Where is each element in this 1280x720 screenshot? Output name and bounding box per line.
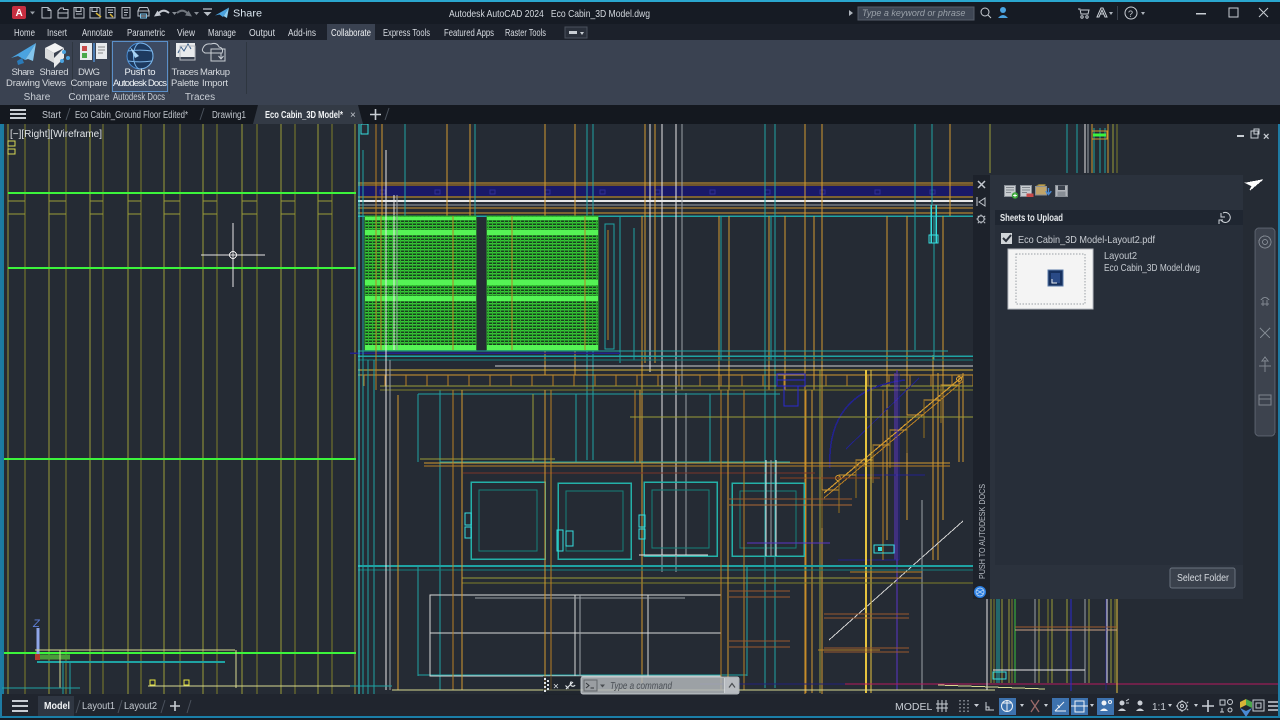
svg-text:[−][Right][Wireframe]: [−][Right][Wireframe] [10,129,102,140]
svg-text:Share: Share [24,92,51,103]
svg-text:×: × [1263,131,1269,143]
svg-text:Layout2: Layout2 [124,701,157,712]
svg-text:A: A [16,8,23,19]
svg-text:Compare: Compare [71,78,108,89]
svg-text:Palette: Palette [171,78,199,89]
svg-text:Share: Share [12,67,35,78]
svg-text:Autodesk AutoCAD 2024 Eco Ca: Autodesk AutoCAD 2024 Eco Cabin_3D Model… [449,8,650,20]
svg-text:Eco Cabin_3D Model.dwg: Eco Cabin_3D Model.dwg [1104,262,1200,274]
svg-text:PUSH TO AUTODESK DOCS: PUSH TO AUTODESK DOCS [977,484,987,579]
svg-text:Featured Apps: Featured Apps [444,27,494,39]
svg-text:Compare: Compare [68,92,110,103]
svg-text:Model: Model [44,701,70,712]
svg-text:Eco Cabin_Ground Floor Edited*: Eco Cabin_Ground Floor Edited* [75,110,188,121]
svg-text:Import: Import [202,78,228,89]
svg-text:Collaborate: Collaborate [331,27,371,39]
svg-text:×: × [553,682,559,693]
svg-text:Select Folder: Select Folder [1177,573,1230,584]
svg-text:Manage: Manage [208,27,236,39]
svg-text:Shared: Shared [40,67,69,78]
svg-text:Type a command: Type a command [610,681,672,692]
svg-text:?: ? [1128,9,1133,19]
svg-text:×: × [350,110,356,121]
svg-text:View: View [177,27,195,39]
svg-text:DWG: DWG [78,67,100,78]
svg-text:Traces: Traces [172,67,199,78]
svg-text:Type a keyword or phrase: Type a keyword or phrase [862,8,965,18]
svg-text:MODEL: MODEL [895,701,933,713]
svg-text:Start: Start [42,110,61,121]
svg-text:Output: Output [249,27,275,39]
svg-text:1:1: 1:1 [1152,702,1166,713]
svg-text:Eco Cabin_3D Model*: Eco Cabin_3D Model* [265,110,343,121]
svg-text:Push to: Push to [125,67,156,78]
svg-text:Insert: Insert [47,27,67,39]
svg-text:Layout2: Layout2 [1104,250,1137,262]
svg-text:Home: Home [14,27,35,39]
svg-text:Annotate: Annotate [82,27,113,39]
svg-text:Views: Views [42,78,66,89]
svg-text:Layout1: Layout1 [82,701,115,712]
svg-text:Parametric: Parametric [127,27,165,39]
svg-text:Drawing: Drawing [6,78,40,89]
svg-text:Autodesk Docs: Autodesk Docs [113,78,167,89]
svg-text:Autodesk Docs: Autodesk Docs [113,92,165,103]
svg-text:Raster Tools: Raster Tools [505,27,546,39]
svg-text:Share: Share [233,8,262,20]
svg-text:Express Tools: Express Tools [383,27,430,39]
svg-text:Sheets to Upload: Sheets to Upload [1000,212,1063,224]
svg-text:Eco Cabin_3D Model-Layout2.pdf: Eco Cabin_3D Model-Layout2.pdf [1018,234,1155,246]
svg-text:Markup: Markup [200,67,230,78]
svg-text:Traces: Traces [185,92,215,103]
svg-text:Add-ins: Add-ins [288,27,316,39]
svg-text:Drawing1: Drawing1 [212,110,246,121]
